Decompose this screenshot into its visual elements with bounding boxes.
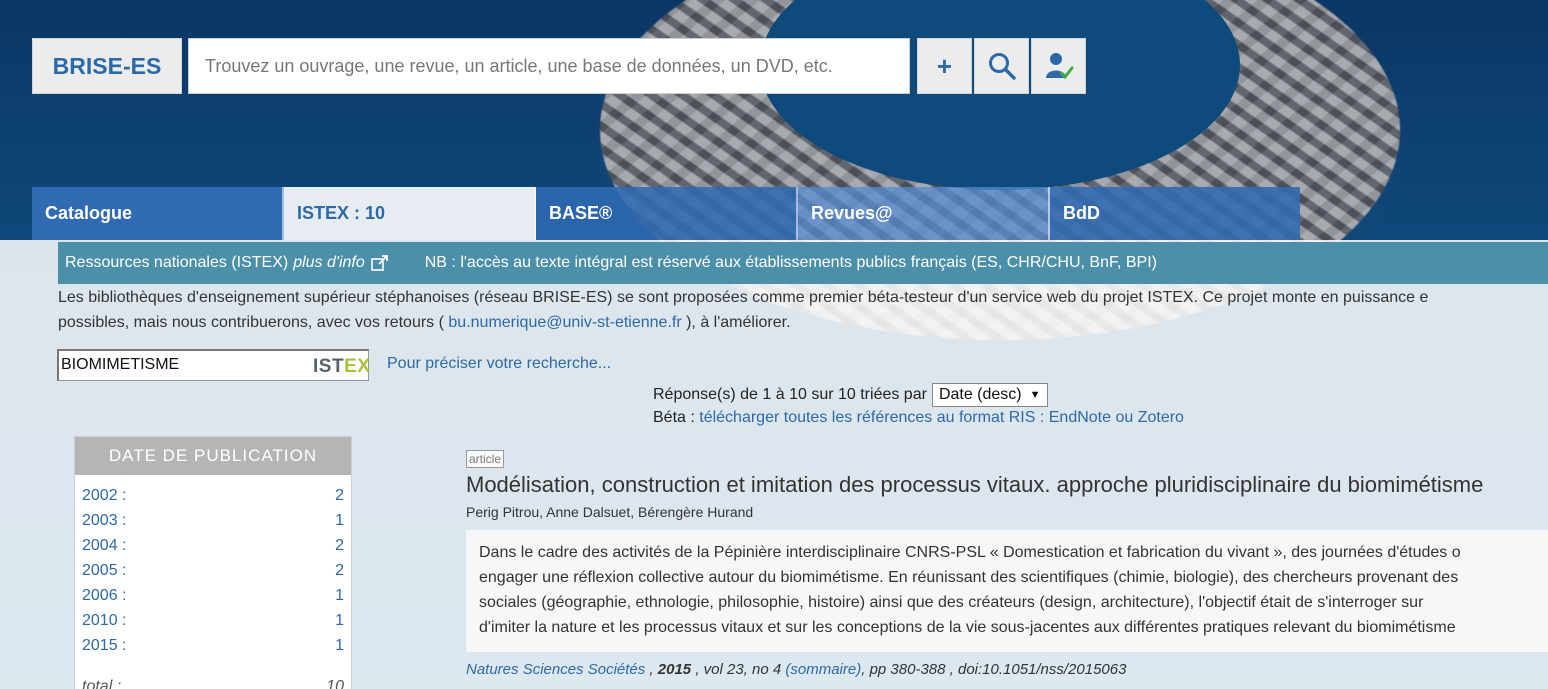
facet-list: 2002 :2 2003 :1 2004 :2 2005 :2 2006 :1 … [75,475,351,689]
facet-row-2002[interactable]: 2002 : 2 [82,483,344,508]
abstract-line: engager une réflexion collective autour … [479,569,1459,586]
facet-count: 1 [335,637,344,654]
facet-row-2003[interactable]: 2003 : 1 [82,508,344,533]
facet-count: 1 [335,587,344,604]
facet-row-2004[interactable]: 2004 : 2 [82,533,344,558]
facet-row-2010[interactable]: 2010 : 1 [82,608,344,633]
facet-count: 1 [335,512,344,529]
citation-year: 2015 [657,661,692,678]
abstract-line: Dans le cadre des activités de la Pépini… [479,544,1461,561]
facet-year: 2003 : [82,512,127,529]
more-info-link[interactable]: plus d'info [293,254,365,272]
beta-label: Béta : [653,409,700,426]
account-button[interactable] [1031,38,1086,94]
citation-pages-doi: , pp 380-388 , doi:10.1051/nss/2015063 [861,661,1127,678]
facet-year: 2004 : [82,537,127,554]
intro-line-2-end: ), à l'améliorer. [681,314,791,331]
istex-search-box: ISTEX [57,349,370,381]
facet-title: DATE DE PUBLICATION [75,437,351,475]
tab-revues[interactable]: Revues@ [798,187,1050,240]
journal-link[interactable]: Natures Sciences Sociétés [466,661,645,678]
citation-volume: , vol 23, no 4 [691,661,786,678]
facet-count: 2 [335,487,344,504]
results-summary: Réponse(s) de 1 à 10 sur 10 triées par D… [653,383,1048,407]
facet-row-2015[interactable]: 2015 : 1 [82,633,344,658]
result-authors: Perig Pitrou, Anne Dalsuet, Bérengère Hu… [466,504,754,520]
tab-bdd[interactable]: BdD [1050,187,1300,240]
tab-catalogue[interactable]: Catalogue [32,187,284,240]
istex-logo-ist: IST [313,356,345,377]
chevron-down-icon: ▼ [1029,389,1041,401]
facet-count: 1 [335,612,344,629]
doc-type-badge: article [466,450,505,468]
intro-line-1: Les bibliothèques d'enseignement supérie… [58,289,1429,306]
info-title: Ressources nationales (ISTEX) [65,254,289,271]
tab-base[interactable]: BASE® [536,187,798,240]
sort-selected-value: Date (desc) [938,386,1022,403]
publication-date-facet: DATE DE PUBLICATION 2002 : 2 2003 : 1 2004… [74,436,352,689]
istex-logo: ISTEX [313,356,370,378]
abstract-line: sociales (géographie, ethnologie, philos… [479,594,1424,611]
beta-export-line: Béta : télécharger toutes les références… [653,409,1184,427]
facet-total-label: total : [82,678,122,689]
istex-info-bar: Ressources nationales (ISTEX) plus d'inf… [58,242,1548,284]
facet-count: 2 [335,537,344,554]
tab-istex[interactable]: ISTEX : 10 [284,187,536,240]
istex-search-input[interactable] [61,353,301,377]
contact-email-link[interactable]: bu.numerique@univ-st-etienne.fr [448,314,681,331]
search-icon [988,53,1016,80]
search-button[interactable] [974,38,1029,94]
facet-row-2005[interactable]: 2005 : 2 [82,558,344,583]
refine-search-link[interactable]: Pour préciser votre recherche... [387,355,611,373]
intro-text: Les bibliothèques d'enseignement supérie… [58,285,1548,335]
citation-sep: , [645,661,658,678]
intro-line-2: possibles, mais nous contribuerons, avec… [58,310,1548,335]
results-count-text: Réponse(s) de 1 à 10 sur 10 triées par [653,386,927,403]
sommaire-link[interactable]: (sommaire) [785,661,861,678]
facet-count: 2 [335,562,344,579]
abstract-line: d'imiter la nature et les processus vita… [479,619,1456,636]
facet-total: total : 10 [82,674,344,689]
facet-year: 2005 : [82,562,127,579]
facet-year: 2010 : [82,612,127,629]
user-check-icon [1045,53,1073,80]
result-title[interactable]: Modélisation, construction et imitation … [466,472,1483,498]
external-link-icon[interactable] [370,255,389,271]
result-citation: Natures Sciences Sociétés , 2015 , vol 2… [466,661,1126,678]
main-search-input[interactable] [188,38,910,94]
facet-year: 2015 : [82,637,127,654]
advanced-search-button[interactable]: + [917,38,972,94]
result-abstract: Dans le cadre des activités de la Pépini… [466,530,1548,652]
ris-export-link[interactable]: télécharger toutes les références au for… [699,409,1184,426]
intro-line-2-start: possibles, mais nous contribuerons, avec… [58,314,449,331]
facet-year: 2002 : [82,487,127,504]
sort-select[interactable]: Date (desc) ▼ [931,383,1048,407]
facet-row-2006[interactable]: 2006 : 1 [82,583,344,608]
source-tabs: Catalogue ISTEX : 10 BASE® Revues@ BdD [32,187,1300,240]
facet-total-count: 10 [326,678,344,689]
facet-year: 2006 : [82,587,127,604]
istex-logo-ex: EX [344,356,371,377]
brand-logo[interactable]: BRISE-ES [32,38,182,94]
access-note: NB : l'accès au texte intégral est réser… [424,254,1157,271]
